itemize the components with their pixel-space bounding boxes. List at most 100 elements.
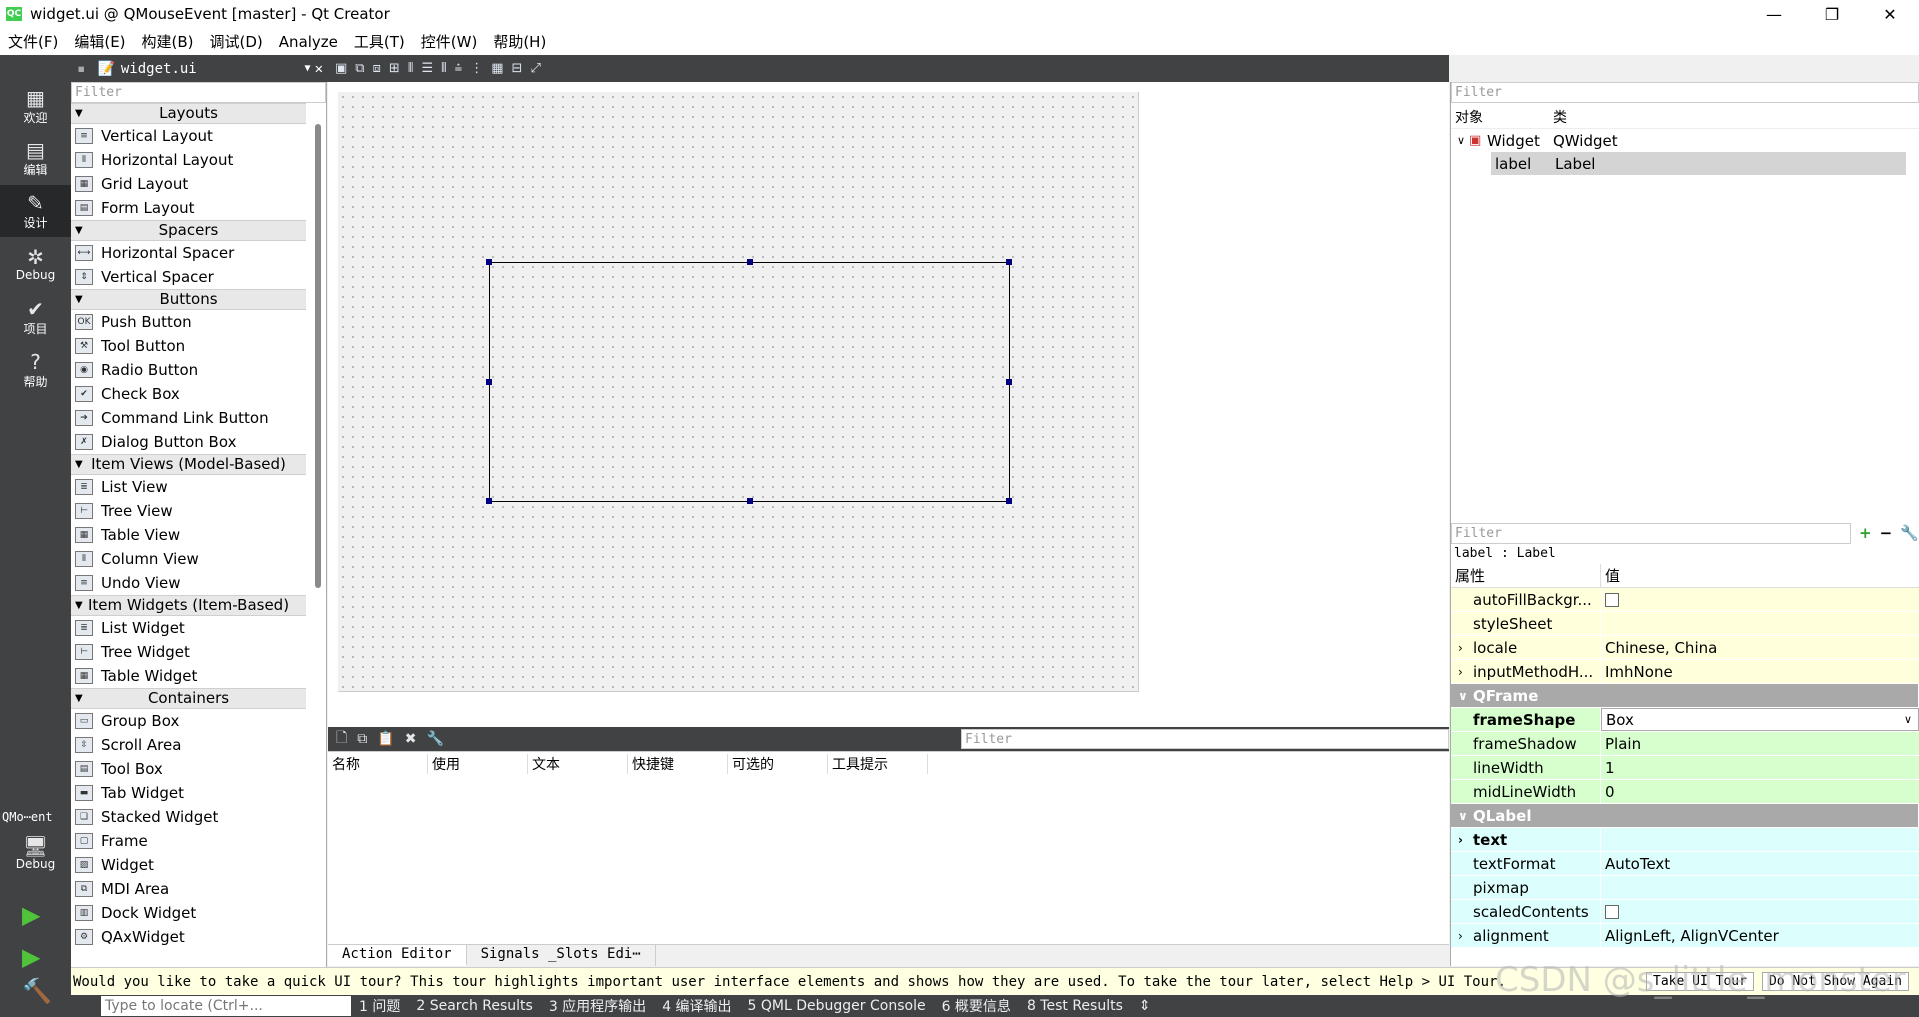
- category-spacers[interactable]: ▼ Spacers: [71, 220, 306, 241]
- widget-undo-view[interactable]: ≡ Undo View: [71, 571, 306, 595]
- property-group-qframe[interactable]: ∨ QFrame: [1451, 684, 1919, 708]
- target-selector[interactable]: 🖥 Debug: [0, 827, 71, 879]
- close-file-icon[interactable]: ✕: [315, 61, 323, 77]
- scaled-contents-checkbox[interactable]: [1605, 904, 1619, 919]
- widget-command-link-button[interactable]: ➔ Command Link Button: [71, 406, 306, 430]
- menu-widgets[interactable]: 控件(W): [413, 31, 486, 52]
- resize-handle[interactable]: [747, 498, 753, 504]
- widget-box-scrollbar[interactable]: [315, 124, 321, 588]
- mode-debug[interactable]: ✲ Debug: [0, 238, 71, 290]
- property-row[interactable]: scaledContents: [1451, 900, 1919, 924]
- open-file-name[interactable]: widget.ui: [121, 61, 197, 77]
- category-item-widgets[interactable]: ▼ Item Widgets (Item-Based): [71, 595, 306, 616]
- widget-form-layout[interactable]: ▤ Form Layout: [71, 196, 306, 220]
- property-row[interactable]: › inputMethodH... ImhNone: [1451, 660, 1919, 684]
- widget-vertical-layout[interactable]: ≡ Vertical Layout: [71, 124, 306, 148]
- remove-property-icon[interactable]: −: [1880, 524, 1893, 542]
- menu-debug[interactable]: 调试(D): [202, 31, 271, 52]
- chevron-right-icon[interactable]: ›: [1458, 929, 1463, 943]
- category-layouts[interactable]: ▼ Layouts: [71, 103, 306, 124]
- edit-buddies-icon[interactable]: ⧈: [373, 61, 381, 76]
- widget-radio-button[interactable]: ◉ Radio Button: [71, 358, 306, 382]
- widget-tool-button[interactable]: ⚒ Tool Button: [71, 334, 306, 358]
- resize-handle[interactable]: [486, 379, 492, 385]
- widget-group-box[interactable]: ▭ Group Box: [71, 709, 306, 733]
- widget-table-view[interactable]: ▦ Table View: [71, 523, 306, 547]
- resize-handle[interactable]: [1006, 379, 1012, 385]
- resize-handle[interactable]: [1006, 259, 1012, 265]
- property-row[interactable]: › alignment AlignLeft, AlignVCenter: [1451, 924, 1919, 948]
- property-row[interactable]: pixmap: [1451, 876, 1919, 900]
- menu-tools[interactable]: 工具(T): [346, 31, 413, 52]
- configure-icon[interactable]: 🔧: [1900, 524, 1919, 542]
- run-button[interactable]: ▶: [22, 901, 40, 929]
- layout-horizontal-icon[interactable]: ⦀: [408, 61, 414, 76]
- mode-help[interactable]: ? 帮助: [0, 344, 71, 396]
- widget-vertical-spacer[interactable]: ⇕ Vertical Spacer: [71, 265, 306, 289]
- property-row[interactable]: midLineWidth 0: [1451, 780, 1919, 804]
- widget-tree-view[interactable]: ⊢ Tree View: [71, 499, 306, 523]
- widget-tool-box[interactable]: ▤ Tool Box: [71, 757, 306, 781]
- pane-general-messages[interactable]: 6 概要信息: [934, 996, 1019, 1016]
- property-row[interactable]: › text: [1451, 828, 1919, 852]
- add-property-icon[interactable]: +: [1859, 524, 1872, 542]
- mode-design[interactable]: ✎ 设计: [0, 185, 71, 237]
- tab-signals-slots[interactable]: Signals _Slots Edi⋯: [467, 945, 656, 966]
- layout-form-icon[interactable]: ⋮: [470, 61, 483, 76]
- minimize-button[interactable]: —: [1745, 0, 1803, 28]
- menu-help[interactable]: 帮助(H): [485, 31, 554, 52]
- resize-handle[interactable]: [486, 498, 492, 504]
- pane-issues[interactable]: 1 问题: [351, 996, 408, 1016]
- delete-action-icon[interactable]: ✖: [405, 731, 417, 747]
- edit-tab-order-icon[interactable]: ⊞: [389, 61, 400, 76]
- close-button[interactable]: ✕: [1861, 0, 1919, 28]
- chevron-down-icon[interactable]: ∨: [1451, 134, 1469, 147]
- pane-selector-icon[interactable]: ⇕: [1131, 998, 1159, 1014]
- widget-list-widget[interactable]: ≣ List Widget: [71, 616, 306, 640]
- tree-row-widget[interactable]: ∨ ▣ Widget QWidget: [1451, 129, 1919, 152]
- tree-row-label[interactable]: label Label: [1491, 152, 1906, 175]
- layout-splitter-v-icon[interactable]: ⩮: [455, 61, 463, 76]
- resize-handle[interactable]: [486, 259, 492, 265]
- paste-action-icon[interactable]: 📋: [377, 731, 394, 747]
- property-row[interactable]: lineWidth 1: [1451, 756, 1919, 780]
- widget-grid-layout[interactable]: ▦ Grid Layout: [71, 172, 306, 196]
- menu-file[interactable]: 文件(F): [0, 31, 66, 52]
- action-filter-input[interactable]: Filter: [961, 729, 1449, 749]
- adjust-size-icon[interactable]: ⤢: [530, 61, 540, 76]
- property-row[interactable]: textFormat AutoText: [1451, 852, 1919, 876]
- widget-column-view[interactable]: ⦀ Column View: [71, 547, 306, 571]
- widget-tab-widget[interactable]: ▬ Tab Widget: [71, 781, 306, 805]
- copy-action-icon[interactable]: ⧉: [357, 731, 367, 747]
- widget-widget[interactable]: ▨ Widget: [71, 853, 306, 877]
- property-row[interactable]: › locale Chinese, China: [1451, 636, 1919, 660]
- mode-projects[interactable]: ✔ 项目: [0, 291, 71, 343]
- chevron-right-icon[interactable]: ›: [1458, 641, 1463, 655]
- edit-widgets-icon[interactable]: ▣: [335, 61, 347, 76]
- widget-table-widget[interactable]: ▦ Table Widget: [71, 664, 306, 688]
- widget-list-view[interactable]: ≣ List View: [71, 475, 306, 499]
- layout-grid-icon[interactable]: ▦: [491, 61, 503, 76]
- edit-signals-icon[interactable]: ⧉: [355, 61, 364, 76]
- property-filter-input[interactable]: Filter: [1451, 522, 1851, 544]
- property-row[interactable]: frameShape Box ∨: [1451, 708, 1919, 732]
- chevron-right-icon[interactable]: ›: [1458, 665, 1463, 679]
- configure-icon[interactable]: 🔧: [426, 731, 443, 747]
- break-layout-icon[interactable]: ⊟: [512, 61, 523, 76]
- widget-horizontal-spacer[interactable]: ⟷ Horizontal Spacer: [71, 241, 306, 265]
- build-button[interactable]: 🔨: [22, 977, 52, 1005]
- menu-edit[interactable]: 编辑(E): [66, 31, 133, 52]
- debug-run-button[interactable]: ▶: [22, 943, 40, 971]
- widget-scroll-area[interactable]: ⇳ Scroll Area: [71, 733, 306, 757]
- file-dropdown-icon[interactable]: ▼: [305, 63, 311, 74]
- widget-frame[interactable]: ▢ Frame: [71, 829, 306, 853]
- category-buttons[interactable]: ▼ Buttons: [71, 289, 306, 310]
- widget-stacked-widget[interactable]: ❏ Stacked Widget: [71, 805, 306, 829]
- menu-analyze[interactable]: Analyze: [271, 33, 346, 51]
- layout-vertical-icon[interactable]: ☰: [422, 61, 434, 76]
- widget-horizontal-layout[interactable]: ⦀ Horizontal Layout: [71, 148, 306, 172]
- widget-check-box[interactable]: ✔ Check Box: [71, 382, 306, 406]
- widget-dock-widget[interactable]: ▥ Dock Widget: [71, 901, 306, 925]
- widget-filter-input[interactable]: Filter: [71, 82, 326, 103]
- tab-action-editor[interactable]: Action Editor: [328, 945, 467, 966]
